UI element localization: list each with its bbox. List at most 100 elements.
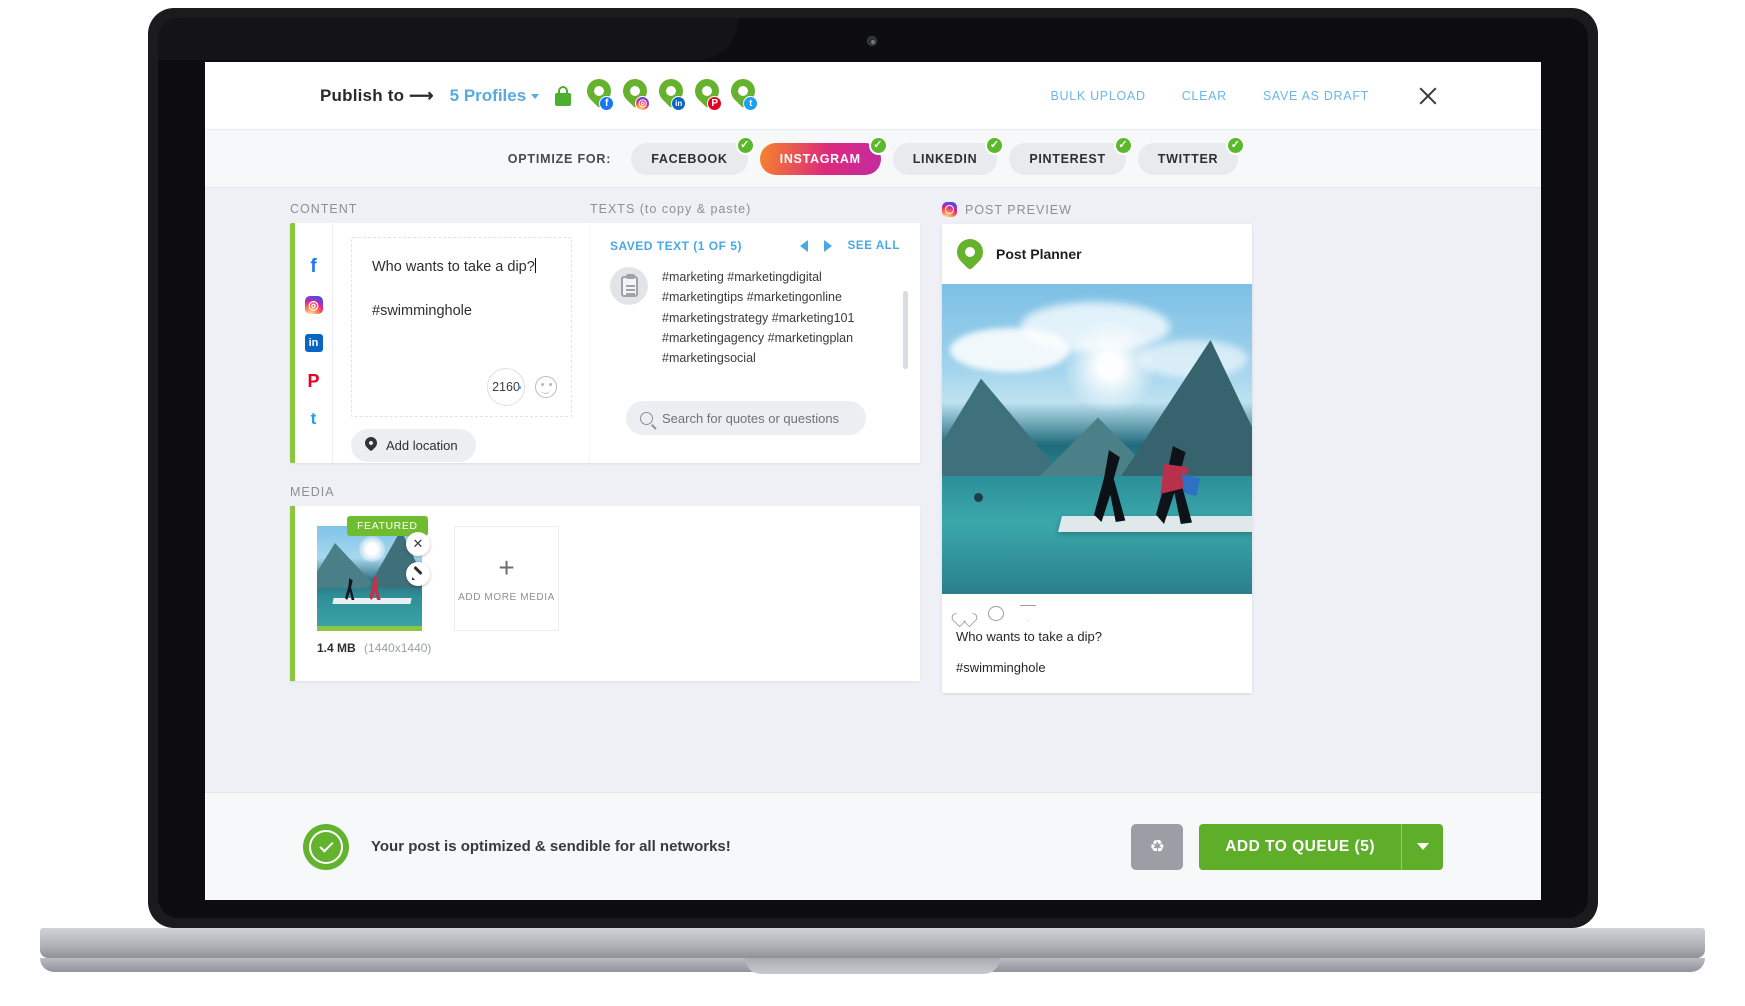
facebook-icon[interactable]: f: [305, 258, 323, 276]
app-header: Publish to ⟶ 5 Profiles f ◎ in P t BULK …: [205, 62, 1541, 130]
tab-twitter[interactable]: TWITTER ✓: [1138, 143, 1238, 175]
share-icon[interactable]: [1020, 605, 1036, 621]
profile-pin-instagram[interactable]: ◎: [623, 79, 650, 113]
tab-pinterest[interactable]: PINTEREST ✓: [1009, 143, 1125, 175]
post-preview-card: Post Planner Who w: [942, 224, 1252, 693]
linkedin-icon[interactable]: in: [305, 334, 323, 352]
clear-button[interactable]: CLEAR: [1182, 89, 1227, 103]
editor-line-1: Who wants to take a dip?: [372, 256, 551, 278]
add-location-label: Add location: [386, 438, 458, 453]
profile-pin-twitter[interactable]: t: [731, 79, 758, 113]
texts-nav: SEE ALL: [800, 240, 900, 252]
check-icon: ✓: [736, 136, 755, 155]
check-icon: ✓: [869, 136, 888, 155]
plus-icon: +: [498, 554, 514, 582]
comment-icon[interactable]: [988, 606, 1004, 621]
remove-media-icon[interactable]: ✕: [406, 532, 430, 556]
profile-pin-pinterest[interactable]: P: [695, 79, 722, 113]
media-dimensions: (1440x1440): [364, 641, 431, 655]
close-icon[interactable]: [1415, 83, 1441, 109]
add-more-media-label: ADD MORE MEDIA: [458, 592, 555, 603]
editor-text-primary: Who wants to take a dip?: [372, 259, 535, 275]
editor-line-2: #swimminghole: [372, 300, 551, 322]
search-placeholder: Search for quotes or questions: [662, 411, 839, 426]
webcam: [867, 36, 877, 46]
check-icon: ✓: [985, 136, 1004, 155]
media-meta: 1.4 MB (1440x1440): [317, 641, 422, 655]
profiles-selector[interactable]: 5 Profiles: [450, 86, 540, 106]
media-panel: FEATURED ✕ 1.4 MB (1440x1440) +: [290, 506, 920, 681]
instagram-icon[interactable]: ◎: [305, 296, 323, 314]
recycle-button[interactable]: ♻: [1131, 824, 1183, 870]
content-panel: f ◎ in P t Who wants to take a dip? #swi…: [290, 223, 590, 463]
location-pin-icon: [365, 437, 377, 454]
publish-to-label: Publish to ⟶: [320, 86, 434, 106]
tab-instagram[interactable]: INSTAGRAM ✓: [760, 143, 881, 175]
check-icon: ✓: [1226, 136, 1245, 155]
content-label: CONTENT: [290, 202, 590, 216]
left-column: CONTENT TEXTS (to copy & paste) f ◎ in P: [290, 202, 920, 681]
tab-pinterest-label: PINTEREST: [1029, 152, 1105, 166]
laptop-base-notch: [745, 958, 1000, 974]
texts-label: TEXTS (to copy & paste): [590, 202, 920, 216]
add-to-queue-group: ADD TO QUEUE (5): [1199, 824, 1443, 870]
previous-arrow-icon[interactable]: [800, 240, 808, 252]
tab-facebook[interactable]: FACEBOOK ✓: [631, 143, 747, 175]
counter-row: 2160: [487, 368, 557, 406]
texts-panel: SAVED TEXT (1 OF 5) SEE ALL #marketing #…: [590, 223, 920, 463]
add-to-queue-dropdown[interactable]: [1401, 824, 1443, 870]
search-icon: [640, 412, 653, 425]
post-text-editor[interactable]: Who wants to take a dip? #swimminghole 2…: [351, 237, 572, 417]
tab-twitter-label: TWITTER: [1158, 152, 1218, 166]
preview-image: [942, 284, 1252, 594]
preview-actions: [942, 594, 1252, 627]
lock-icon: [555, 86, 571, 106]
tab-linkedin-label: LINKEDIN: [913, 152, 978, 166]
facebook-icon: f: [599, 96, 614, 111]
add-location-button[interactable]: Add location: [351, 429, 476, 462]
saved-text-item[interactable]: #marketing #marketingdigital #marketingt…: [590, 253, 920, 368]
texts-scrollbar[interactable]: [903, 291, 908, 369]
work-area: CONTENT TEXTS (to copy & paste) f ◎ in P: [205, 188, 1541, 748]
preview-account-name: Post Planner: [996, 246, 1082, 262]
edit-media-icon[interactable]: [406, 562, 430, 586]
character-counter: 2160: [487, 368, 525, 406]
tab-linkedin[interactable]: LINKEDIN ✓: [893, 143, 998, 175]
footer-bar: Your post is optimized & sendible for al…: [205, 792, 1541, 900]
heart-icon[interactable]: [956, 605, 972, 621]
check-icon: ✓: [1114, 136, 1133, 155]
saved-text-title: SAVED TEXT (1 OF 5): [610, 239, 742, 253]
instagram-icon: [942, 202, 957, 217]
pinterest-icon[interactable]: P: [305, 372, 323, 390]
laptop-base: [40, 928, 1705, 958]
search-quotes-input[interactable]: Search for quotes or questions: [626, 401, 866, 435]
text-caret: [535, 258, 536, 273]
profile-pin-facebook[interactable]: f: [587, 79, 614, 113]
chevron-down-icon: [531, 94, 539, 99]
add-to-queue-button[interactable]: ADD TO QUEUE (5): [1199, 824, 1401, 870]
twitter-icon[interactable]: t: [305, 410, 323, 428]
app-screen: Publish to ⟶ 5 Profiles f ◎ in P t BULK …: [205, 62, 1541, 900]
preview-caption: Who wants to take a dip?: [942, 627, 1252, 644]
profile-pins: f ◎ in P t: [587, 79, 758, 113]
preview-account-row: Post Planner: [942, 224, 1252, 284]
tab-facebook-label: FACEBOOK: [651, 152, 727, 166]
header-actions: BULK UPLOAD CLEAR SAVE AS DRAFT: [1050, 83, 1441, 109]
avatar: [956, 237, 984, 271]
next-arrow-icon[interactable]: [824, 240, 832, 252]
profile-pin-linkedin[interactable]: in: [659, 79, 686, 113]
media-file-size: 1.4 MB: [317, 641, 356, 655]
profiles-count-label: 5 Profiles: [450, 86, 527, 105]
preview-header: POST PREVIEW: [942, 202, 1252, 217]
saved-text-body: #marketing #marketingdigital #marketingt…: [662, 267, 900, 368]
chevron-down-icon: [1417, 843, 1429, 850]
editor-wrap: Who wants to take a dip? #swimminghole 2…: [333, 223, 590, 463]
status-message: Your post is optimized & sendible for al…: [371, 838, 731, 855]
bulk-upload-button[interactable]: BULK UPLOAD: [1050, 89, 1145, 103]
see-all-button[interactable]: SEE ALL: [848, 240, 900, 252]
add-more-media-button[interactable]: + ADD MORE MEDIA: [454, 526, 559, 631]
smiley-icon[interactable]: [535, 376, 557, 398]
save-as-draft-button[interactable]: SAVE AS DRAFT: [1263, 89, 1369, 103]
preview-column: POST PREVIEW Post Planner: [942, 202, 1252, 693]
tab-instagram-label: INSTAGRAM: [780, 152, 861, 166]
